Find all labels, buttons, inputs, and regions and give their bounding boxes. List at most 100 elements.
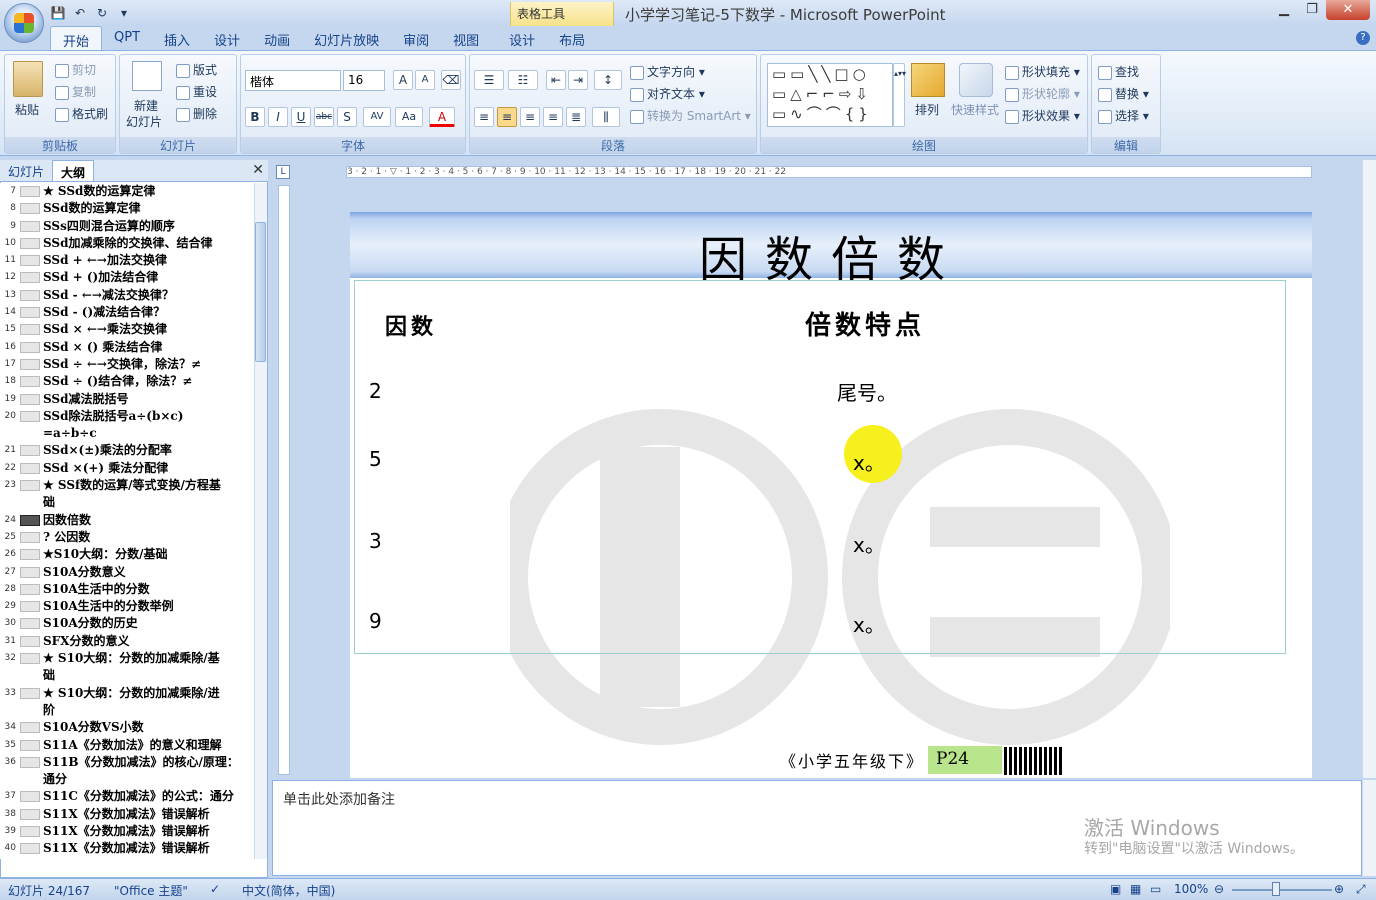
close-pane-icon[interactable]: ✕ bbox=[252, 162, 264, 178]
slide-thumbnail-icon[interactable] bbox=[20, 358, 40, 370]
slide-thumbnail-icon[interactable] bbox=[20, 237, 40, 249]
font-name-combo[interactable]: 楷体 bbox=[245, 70, 341, 91]
bullets-icon[interactable]: ☰ bbox=[474, 70, 504, 90]
office-button[interactable] bbox=[4, 3, 44, 43]
row-factor-2[interactable]: 2 bbox=[369, 379, 382, 403]
outline-item[interactable]: 14 SSd - ()减法结合律？ bbox=[0, 304, 254, 321]
tab-slideshow[interactable]: 幻灯片放映 bbox=[302, 26, 391, 50]
spellcheck-icon[interactable]: ✓ bbox=[210, 882, 220, 896]
outline-item[interactable]: 27 S10A分数意义 bbox=[0, 564, 254, 581]
new-slide-icon[interactable] bbox=[132, 61, 162, 91]
slide-thumbnail-icon[interactable] bbox=[20, 843, 40, 855]
shapes-gallery-scroll[interactable]: ▴▾▾ bbox=[893, 63, 906, 127]
slide-thumbnail-icon[interactable] bbox=[20, 531, 40, 543]
outline-item[interactable]: 28 S10A生活中的分数 bbox=[0, 581, 254, 598]
underline-button[interactable]: U bbox=[291, 107, 311, 127]
tab-stop-selector[interactable]: L bbox=[276, 165, 290, 179]
slide-thumbnail-icon[interactable] bbox=[20, 255, 40, 267]
grow-font-button[interactable]: A bbox=[393, 70, 413, 90]
outline-scroll-thumb[interactable] bbox=[255, 222, 266, 362]
undo-icon[interactable]: ↶ bbox=[72, 6, 88, 20]
tab-outline-pane[interactable]: 大纲 bbox=[52, 160, 95, 181]
slide-thumbnail-icon[interactable] bbox=[20, 739, 40, 751]
outline-item[interactable]: 40 S11X《分数加减法》错误解析 bbox=[0, 840, 254, 857]
slide-thumbnail-icon[interactable] bbox=[20, 635, 40, 647]
slide-thumbnail-icon[interactable] bbox=[20, 808, 40, 820]
outline-item[interactable]: 11 SSd + ←→加法交换律 bbox=[0, 252, 254, 269]
slide-thumbnail-icon[interactable] bbox=[20, 445, 40, 457]
tab-slides-pane[interactable]: 幻灯片 bbox=[0, 160, 52, 181]
clear-format-icon[interactable]: ⌫ bbox=[441, 70, 461, 90]
outline-item[interactable]: 8 SSd数的运算定律 bbox=[0, 200, 254, 217]
outline-item[interactable]: 础 bbox=[0, 494, 254, 511]
header-multiple-feature[interactable]: 倍数特点 bbox=[805, 305, 925, 342]
row-factor-3[interactable]: 3 bbox=[369, 529, 382, 553]
normal-view-icon[interactable]: ▣ bbox=[1110, 882, 1121, 896]
strikethrough-button[interactable]: abc bbox=[314, 107, 334, 127]
shape-outline-button[interactable]: 形状轮廓 ▾ bbox=[1005, 85, 1080, 102]
italic-button[interactable]: I bbox=[268, 107, 288, 127]
row-feature-3[interactable]: x。 bbox=[853, 529, 885, 558]
slide-thumbnail-icon[interactable] bbox=[20, 341, 40, 353]
distribute-icon[interactable]: ≣ bbox=[566, 107, 586, 127]
outline-item-text[interactable]: ★ S10大纲：分数的加减乘除/进 bbox=[43, 685, 254, 702]
outline-item-text[interactable]: S10A分数的历史 bbox=[43, 615, 254, 632]
horizontal-ruler[interactable]: 3 · 2 · 1 · ▽ · 1 · 2 · 3 · 4 · 5 · 6 · … bbox=[346, 166, 1312, 178]
slide-thumbnail-icon[interactable] bbox=[20, 514, 40, 526]
slide-scrollbar[interactable] bbox=[1362, 160, 1376, 778]
find-button[interactable]: 查找 bbox=[1098, 63, 1139, 80]
close-icon[interactable]: ✕ bbox=[1326, 0, 1370, 20]
outline-item-text[interactable]: SSd × ←→乘法交换律 bbox=[43, 321, 254, 338]
align-text-button[interactable]: 对齐文本 ▾ bbox=[630, 85, 705, 102]
text-direction-button[interactable]: 文字方向 ▾ bbox=[630, 63, 705, 80]
outline-item-text[interactable]: S11X《分数加减法》错误解析 bbox=[43, 823, 254, 840]
line-spacing-icon[interactable]: ↕ bbox=[594, 70, 622, 90]
outline-item-text[interactable]: ★ SSf数的运算/等式变换/方程基 bbox=[43, 477, 254, 494]
outline-item[interactable]: 30 S10A分数的历史 bbox=[0, 615, 254, 632]
outline-item[interactable]: 通分 bbox=[0, 771, 254, 788]
slide-footer[interactable]: 《小学五年级下》 bbox=[780, 748, 924, 772]
tab-review[interactable]: 审阅 bbox=[391, 26, 441, 50]
outline-item[interactable]: 36 S11B《分数加减法》的核心/原理： bbox=[0, 754, 254, 771]
row-factor-9[interactable]: 9 bbox=[369, 609, 382, 633]
restore-icon[interactable]: ❐ bbox=[1298, 0, 1326, 20]
slide-thumbnail-icon[interactable] bbox=[20, 583, 40, 595]
tab-home[interactable]: 开始 bbox=[50, 26, 103, 50]
quick-styles-button[interactable]: 快速样式 bbox=[951, 101, 999, 118]
outline-item-text[interactable]: SSd × () 乘法结合律 bbox=[43, 339, 254, 356]
slide-thumbnail-icon[interactable] bbox=[20, 480, 40, 492]
outline-list[interactable]: 7 ★ SSd数的运算定律 8 SSd数的运算定律 9 SSs四则混合运算的顺序 10 SS… bbox=[0, 183, 254, 859]
outline-item[interactable]: 15 SSd × ←→乘法交换律 bbox=[0, 321, 254, 338]
outline-item-text[interactable]: 因数倍数 bbox=[43, 512, 254, 529]
tab-table-layout[interactable]: 布局 bbox=[547, 26, 597, 50]
slide-thumbnail-icon[interactable] bbox=[20, 653, 40, 665]
header-factor[interactable]: 因数 bbox=[385, 309, 437, 341]
shrink-font-button[interactable]: A bbox=[415, 70, 435, 90]
font-size-combo[interactable]: 16 bbox=[343, 70, 385, 91]
outline-item[interactable]: 26 ★S10大纲：分数/基础 bbox=[0, 546, 254, 563]
outline-item[interactable]: 34 S10A分数VS小数 bbox=[0, 719, 254, 736]
outline-item[interactable]: 7 ★ SSd数的运算定律 bbox=[0, 183, 254, 200]
outline-item-text[interactable]: SSd加减乘除的交换律、结合律 bbox=[43, 235, 254, 252]
outline-item-text[interactable]: SSd除法脱括号a÷(b×c) bbox=[43, 408, 254, 425]
shape-fill-button[interactable]: 形状填充 ▾ bbox=[1005, 63, 1080, 80]
outline-item[interactable]: 23 ★ SSf数的运算/等式变换/方程基 bbox=[0, 477, 254, 494]
outline-item-text[interactable]: S11B《分数加减法》的核心/原理： bbox=[43, 754, 254, 771]
format-painter-button[interactable]: 格式刷 bbox=[55, 105, 108, 122]
outline-item[interactable]: 17 SSd ÷ ←→交换律，除法？≠ bbox=[0, 356, 254, 373]
shape-effects-button[interactable]: 形状效果 ▾ bbox=[1005, 107, 1080, 124]
slide-thumbnail-icon[interactable] bbox=[20, 549, 40, 561]
align-right-icon[interactable]: ≡ bbox=[520, 107, 540, 127]
columns-icon[interactable]: ⫼ bbox=[592, 107, 620, 127]
zoom-out-icon[interactable]: ⊖ bbox=[1214, 882, 1224, 896]
help-icon[interactable]: ? bbox=[1356, 31, 1370, 45]
outline-item[interactable]: 33 ★ S10大纲：分数的加减乘除/进 bbox=[0, 685, 254, 702]
outline-item-text[interactable]: SSd减法脱括号 bbox=[43, 391, 254, 408]
outline-item[interactable]: 25 ? 公因数 bbox=[0, 529, 254, 546]
outline-item-text[interactable]: S11X《分数加减法》错误解析 bbox=[43, 840, 254, 857]
row-feature-2[interactable]: 尾号。 bbox=[837, 377, 897, 406]
slide-thumbnail-icon[interactable] bbox=[20, 601, 40, 613]
page-number-badge[interactable]: P24 bbox=[928, 746, 1002, 774]
slide-thumbnail-icon[interactable] bbox=[20, 462, 40, 474]
outline-item-text[interactable]: ★ S10大纲：分数的加减乘除/基 bbox=[43, 650, 254, 667]
